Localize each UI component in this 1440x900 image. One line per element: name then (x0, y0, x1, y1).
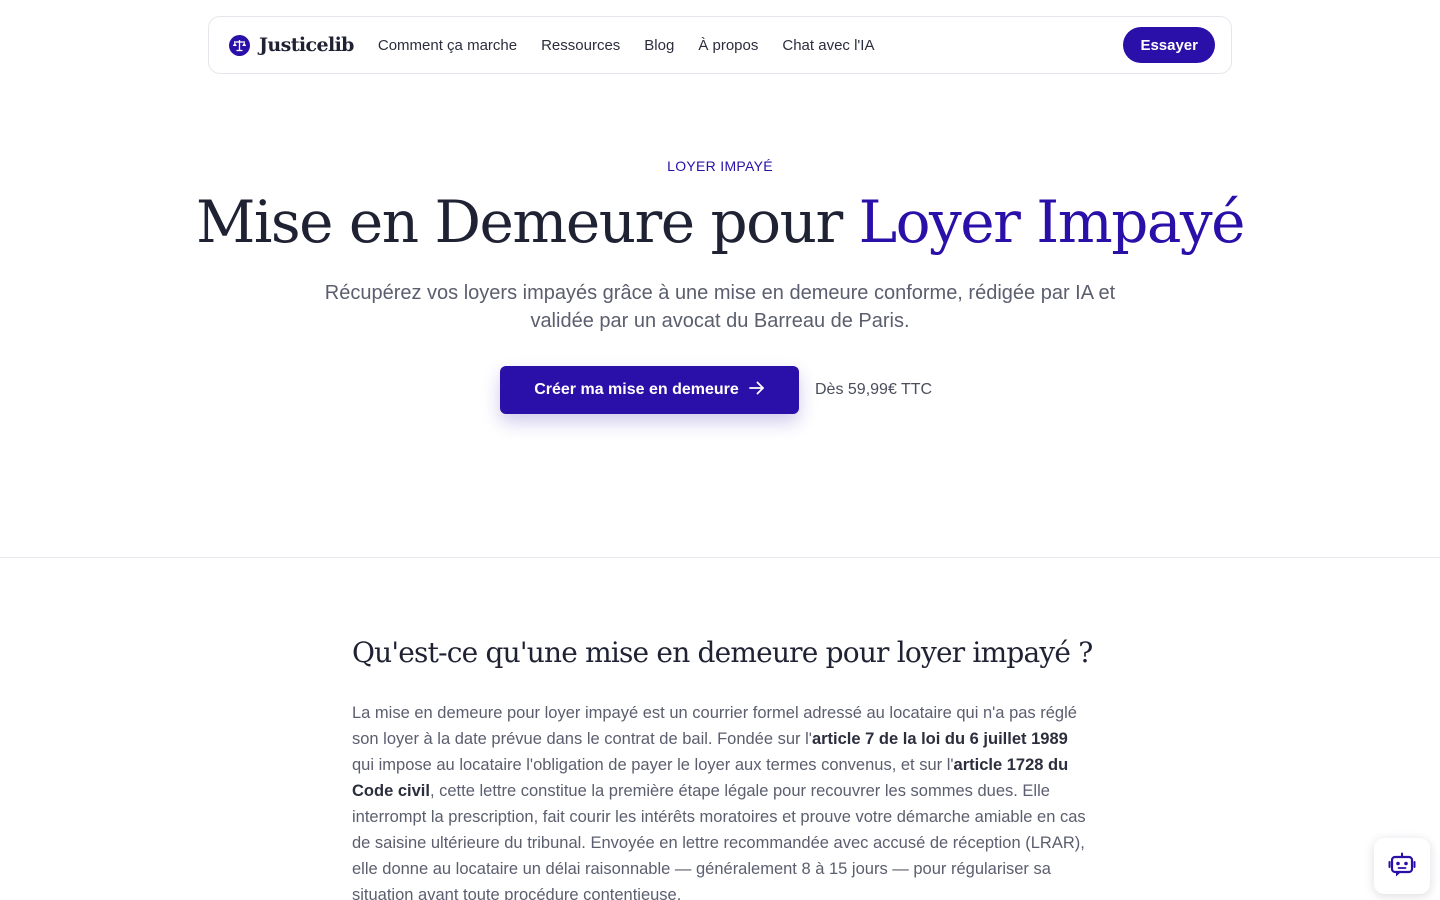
try-button[interactable]: Essayer (1123, 27, 1215, 63)
title-main: Mise en Demeure pour (195, 188, 859, 256)
nav-links: Comment ça marche Ressources Blog À prop… (378, 37, 875, 54)
title-accent: Loyer Impayé (858, 188, 1246, 256)
nav-link-ressources[interactable]: Ressources (541, 37, 620, 54)
brand-link[interactable]: Justicelib (229, 34, 354, 56)
section-divider (0, 557, 1440, 558)
body-text-2: qui impose au locataire l'obligation de … (352, 756, 954, 774)
cta-label: Créer ma mise en demeure (534, 381, 739, 398)
hero-subtitle: Récupérez vos loyers impayés grâce à une… (324, 282, 1116, 332)
price-note: Dès 59,99€ TTC (815, 381, 933, 398)
brand-name: Justicelib (259, 34, 354, 56)
scales-icon (229, 34, 250, 56)
section-title: Qu'est-ce qu'une mise en demeure pour lo… (352, 636, 1093, 669)
create-mise-en-demeure-button[interactable]: Créer ma mise en demeure (500, 366, 799, 414)
cta-row: Créer ma mise en demeure Dès 59,99€ TTC (0, 366, 1440, 414)
top-navbar: Justicelib Comment ça marche Ressources … (208, 16, 1232, 74)
chat-widget-button[interactable] (1374, 838, 1430, 894)
body-text-3: , cette lettre constitue la première éta… (352, 782, 1086, 900)
hero-eyebrow: LOYER IMPAYÉ (667, 158, 773, 174)
nav-link-comment-ca-marche[interactable]: Comment ça marche (378, 37, 517, 54)
arrow-right-icon (748, 381, 765, 400)
nav-link-blog[interactable]: Blog (644, 37, 674, 54)
section-body: La mise en demeure pour loyer impayé est… (352, 700, 1090, 900)
body-bold-1: article 7 de la loi du 6 juillet 1989 (811, 730, 1068, 748)
robot-icon (1388, 852, 1416, 881)
nav-link-a-propos[interactable]: À propos (698, 37, 758, 54)
nav-link-chat-ia[interactable]: Chat avec l'IA (782, 37, 874, 54)
page-title: Mise en Demeure pour Loyer Impayé (0, 188, 1440, 256)
